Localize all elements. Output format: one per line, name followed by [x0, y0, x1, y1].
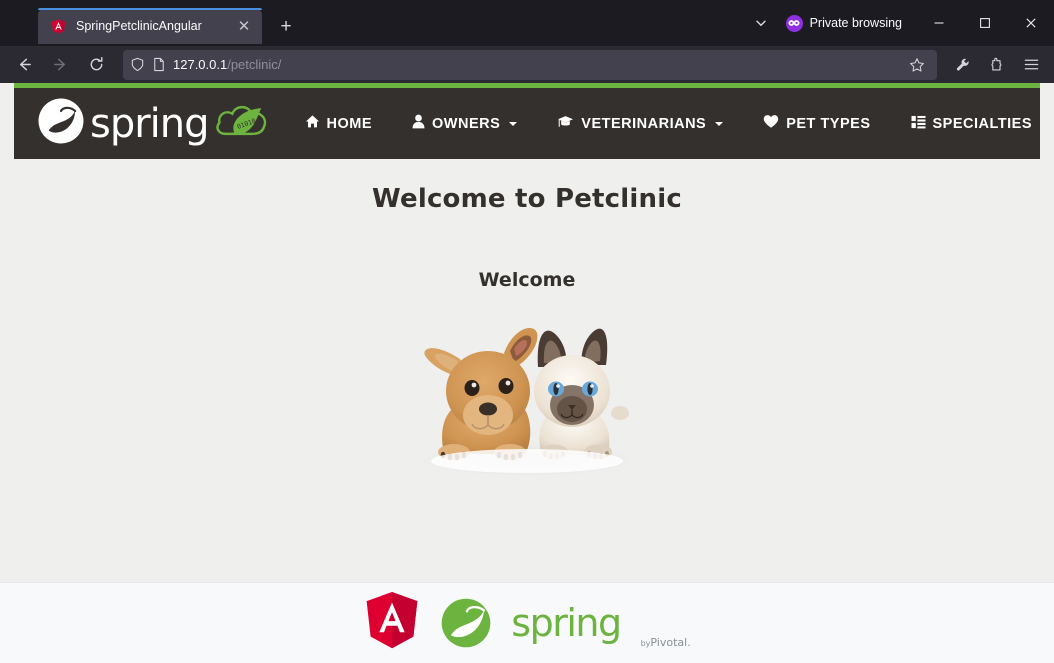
home-icon	[305, 114, 320, 133]
nav-label-owners: OWNERS	[432, 115, 501, 132]
new-tab-button[interactable]: +	[270, 10, 302, 42]
star-icon[interactable]	[904, 52, 930, 78]
list-icon	[911, 115, 926, 133]
by-pivotal-label: byPivotal.	[641, 636, 691, 649]
tab-strip: SpringPetclinicAngular ✕ +	[0, 0, 302, 46]
petclinic-navbar-wrapper: spring 01010 HOME OWNERS VETERINARIANS P…	[0, 83, 1054, 159]
chevron-down-icon	[509, 121, 518, 126]
page-title: Welcome to Petclinic	[372, 184, 682, 214]
puppy-and-kitten-photo	[0, 305, 1054, 480]
reload-icon[interactable]	[79, 50, 113, 80]
nav-label-specialties: SPECIALTIES	[932, 115, 1032, 132]
chevron-down-icon	[715, 121, 724, 126]
browser-tab[interactable]: SpringPetclinicAngular ✕	[38, 8, 262, 44]
page-viewport: spring 01010 HOME OWNERS VETERINARIANS P…	[0, 83, 1054, 663]
user-icon	[412, 114, 425, 133]
nav-item-pet-types[interactable]: PET TYPES	[743, 104, 890, 143]
minimize-button[interactable]	[916, 0, 962, 46]
welcome-subheading: Welcome	[478, 269, 576, 291]
private-mask-icon	[785, 14, 803, 32]
address-bar[interactable]: 127.0.0.1/petclinic/	[123, 49, 937, 80]
url-text[interactable]: 127.0.0.1/petclinic/	[173, 57, 897, 72]
extensions-icon[interactable]	[981, 50, 1013, 80]
titlebar-right-controls: Private browsing	[742, 0, 1054, 46]
nav-item-home[interactable]: HOME	[285, 104, 393, 143]
browser-titlebar: SpringPetclinicAngular ✕ + Private brows…	[0, 0, 1054, 46]
angular-shield-icon	[50, 18, 67, 35]
spring-cloud-icon: 01010	[213, 98, 271, 149]
heart-icon	[763, 114, 779, 133]
page-footer: spring byPivotal.	[0, 582, 1054, 663]
nav-item-owners[interactable]: OWNERS	[392, 104, 537, 143]
private-browsing-label: Private browsing	[809, 16, 902, 30]
chevron-down-icon[interactable]	[742, 3, 780, 43]
nav-label-veterinarians: VETERINARIANS	[581, 115, 707, 132]
back-arrow-icon[interactable]	[7, 50, 41, 80]
forward-arrow-icon[interactable]	[43, 50, 77, 80]
petclinic-navbar: spring 01010 HOME OWNERS VETERINARIANS P…	[14, 83, 1040, 159]
by-label: by	[640, 639, 651, 648]
spring-leaf-icon	[36, 96, 86, 151]
nav-item-veterinarians[interactable]: VETERINARIANS	[537, 104, 743, 143]
spring-leaf-icon	[439, 596, 493, 650]
close-icon[interactable]: ✕	[234, 16, 254, 36]
tab-title: SpringPetclinicAngular	[76, 19, 202, 33]
page-icon[interactable]	[152, 57, 166, 72]
footer-spring-wordmark: spring	[511, 601, 622, 645]
navigation-toolbar: 127.0.0.1/petclinic/	[0, 46, 1054, 83]
close-window-button[interactable]	[1008, 0, 1054, 46]
page-content: Welcome to Petclinic Welcome	[0, 159, 1054, 582]
url-path: /petclinic/	[227, 57, 282, 72]
private-browsing-indicator: Private browsing	[780, 14, 916, 32]
nav-item-specialties[interactable]: SPECIALTIES	[891, 105, 1053, 143]
angular-shield-icon	[363, 590, 421, 657]
nav-label-home: HOME	[326, 115, 373, 132]
graduation-cap-icon	[557, 114, 574, 133]
pivotal-label: Pivotal.	[650, 636, 691, 649]
hamburger-menu-icon[interactable]	[1015, 50, 1047, 80]
maximize-button[interactable]	[962, 0, 1008, 46]
wrench-icon[interactable]	[947, 50, 979, 80]
browser-window: SpringPetclinicAngular ✕ + Private brows…	[0, 0, 1054, 663]
nav-label-pet-types: PET TYPES	[786, 115, 871, 132]
brand-wordmark: spring	[90, 100, 210, 147]
shield-icon[interactable]	[130, 57, 145, 72]
url-host: 127.0.0.1	[173, 57, 228, 72]
petclinic-nav-menu: HOME OWNERS VETERINARIANS PET TYPES SPEC…	[285, 104, 1052, 143]
petclinic-brand-logo[interactable]: spring 01010	[36, 96, 271, 151]
